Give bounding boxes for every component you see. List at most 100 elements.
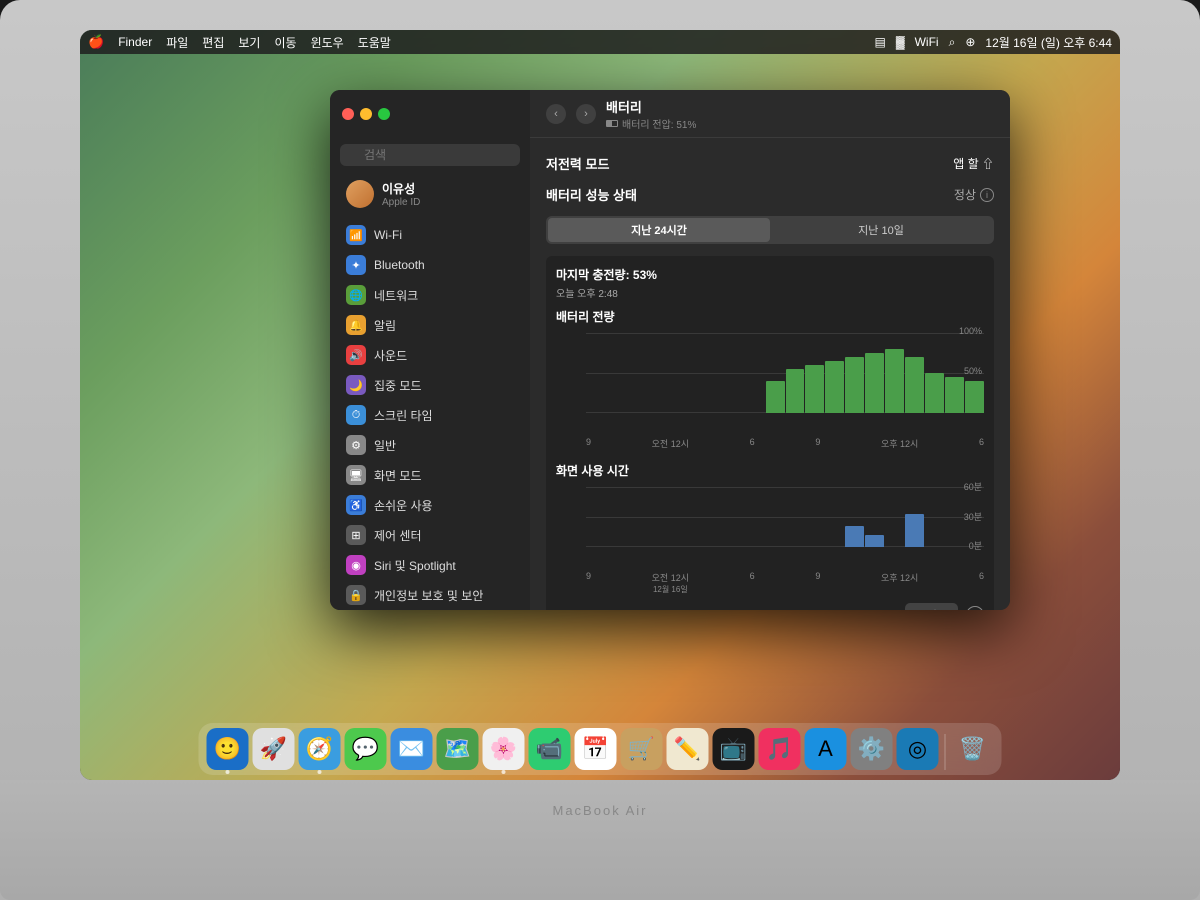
main-titlebar: ‹ › 배터리 배터리 전압: 51%: [530, 90, 1010, 138]
dock-mail[interactable]: ✉️: [391, 728, 433, 770]
bar-12: [805, 365, 824, 413]
sbar-1: [586, 545, 605, 547]
dock-appstore[interactable]: A: [805, 728, 847, 770]
sidebar-list: 📶 Wi-Fi ✦ Bluetooth 🌐 네트워크: [330, 216, 530, 610]
sbar-8: [726, 545, 745, 547]
dock-photos[interactable]: 🌸: [483, 728, 525, 770]
bottom-controls: 옵션... ?: [556, 603, 984, 610]
sidebar-item-network[interactable]: 🌐 네트워크: [334, 280, 526, 310]
menubar-window[interactable]: 윈도우: [311, 34, 344, 51]
dock-istat[interactable]: ◎: [897, 728, 939, 770]
sbar-11: [786, 545, 805, 547]
dock: 🙂 🚀 🧭 💬 ✉️ 🗺️ 🌸 📹 📅 🛒 ✏️ 📺 🎵 A ⚙️ ◎ 🗑️: [199, 723, 1002, 775]
sbar-19: [945, 545, 964, 547]
privacy-icon: 🔒: [346, 585, 366, 605]
tab-24h[interactable]: 지난 24시간: [548, 218, 770, 242]
main-content: ‹ › 배터리 배터리 전압: 51% 저전: [530, 90, 1010, 610]
dock-appletv[interactable]: 📺: [713, 728, 755, 770]
sidebar-item-sound[interactable]: 🔊 사운드: [334, 340, 526, 370]
dock-divider: [945, 734, 946, 770]
sidebar-item-focus[interactable]: 🌙 집중 모드: [334, 370, 526, 400]
sound-icon: 🔊: [346, 345, 366, 365]
sidebar-item-alarm[interactable]: 🔔 알림: [334, 310, 526, 340]
sidebar-item-siri[interactable]: ◉ Siri 및 Spotlight: [334, 550, 526, 580]
menu-search-icon[interactable]: ⌕: [949, 35, 956, 50]
menubar-file[interactable]: 파일: [166, 34, 188, 51]
sidebar-item-general[interactable]: ⚙ 일반: [334, 430, 526, 460]
screen-time-chart: 60분 30분 0분: [556, 487, 984, 567]
menu-control-center-icon[interactable]: ⊕: [965, 35, 975, 49]
sbar-14: [845, 526, 864, 547]
search-area: 🔍: [330, 138, 530, 172]
menubar-view[interactable]: 보기: [238, 34, 260, 51]
last-charged-label: 마지막 충전량: 53%: [556, 266, 984, 283]
battery-level-chart-label: 배터리 전량: [556, 308, 984, 325]
sbar-2: [606, 545, 625, 547]
tab-10d[interactable]: 지난 10일: [770, 218, 992, 242]
menubar-edit[interactable]: 편집: [202, 34, 224, 51]
x-label-9b: 9: [815, 437, 820, 450]
search-input[interactable]: [340, 144, 520, 166]
sidebar-item-control[interactable]: ⊞ 제어 센터: [334, 520, 526, 550]
control-icon: ⊞: [346, 525, 366, 545]
dock-maps[interactable]: 🗺️: [437, 728, 479, 770]
bar-4: [646, 411, 665, 413]
dock-safari[interactable]: 🧭: [299, 728, 341, 770]
menu-wifi-icon[interactable]: ▤: [875, 35, 886, 49]
screen-time-section: 화면 사용 시간 60분 30분 0분: [556, 462, 984, 595]
title-group: 배터리 배터리 전압: 51%: [606, 97, 696, 131]
bar-14: [845, 357, 864, 413]
sidebar-item-accessibility[interactable]: ♿ 손쉬운 사용: [334, 490, 526, 520]
sidebar-label-network: 네트워크: [374, 287, 418, 304]
dock-freeform[interactable]: ✏️: [667, 728, 709, 770]
subtitle-text: 배터리 전압: 51%: [622, 116, 696, 131]
avatar: [346, 180, 374, 208]
battery-health-value: 정상: [954, 186, 976, 203]
dock-calendar[interactable]: 📅: [575, 728, 617, 770]
sidebar-label-sound: 사운드: [374, 347, 407, 364]
bar-19: [945, 377, 964, 413]
menubar-finder[interactable]: Finder: [118, 35, 152, 49]
options-button[interactable]: 옵션...: [905, 603, 958, 610]
menubar: 🍎 Finder 파일 편집 보기 이동 윈도우 도움말 ▤ ▓ WiFi ⌕ …: [80, 30, 1120, 54]
close-button[interactable]: [342, 108, 354, 120]
menu-wifi-status-icon[interactable]: WiFi: [915, 35, 939, 49]
nav-back-button[interactable]: ‹: [546, 104, 566, 124]
apple-menu[interactable]: 🍎: [88, 34, 104, 50]
sidebar-item-privacy[interactable]: 🔒 개인정보 보호 및 보안: [334, 580, 526, 610]
bar-17: [905, 357, 924, 413]
menubar-go[interactable]: 이동: [274, 34, 296, 51]
power-mode-control[interactable]: 앱 할 ⇧: [953, 155, 994, 172]
menubar-datetime: 12월 16일 (일) 오후 6:44: [985, 34, 1112, 51]
battery-health-row: 배터리 성능 상태 정상 i: [546, 185, 994, 204]
dock-messages[interactable]: 💬: [345, 728, 387, 770]
sbar-12: [805, 545, 824, 547]
menu-battery-icon[interactable]: ▓: [896, 35, 905, 49]
dock-settings[interactable]: ⚙️: [851, 728, 893, 770]
nav-forward-button[interactable]: ›: [576, 104, 596, 124]
dock-music[interactable]: 🎵: [759, 728, 801, 770]
sidebar-item-screentime[interactable]: ⏱ 스크린 타임: [334, 400, 526, 430]
dock-facetime[interactable]: 📹: [529, 728, 571, 770]
macos-desktop: 🍎 Finder 파일 편집 보기 이동 윈도우 도움말 ▤ ▓ WiFi ⌕ …: [80, 30, 1120, 780]
dock-finder[interactable]: 🙂: [207, 728, 249, 770]
sidebar-item-bluetooth[interactable]: ✦ Bluetooth: [334, 250, 526, 280]
sidebar-item-wifi[interactable]: 📶 Wi-Fi: [334, 220, 526, 250]
sidebar-item-displaymode[interactable]: 🖥 화면 모드: [334, 460, 526, 490]
dock-trash[interactable]: 🗑️: [952, 728, 994, 770]
menubar-help[interactable]: 도움말: [358, 34, 391, 51]
dock-grocery[interactable]: 🛒: [621, 728, 663, 770]
sbar-3: [626, 545, 645, 547]
user-profile-item[interactable]: 이유성 Apple ID: [334, 172, 526, 216]
info-icon[interactable]: i: [980, 188, 994, 202]
menubar-left: 🍎 Finder 파일 편집 보기 이동 윈도우 도움말: [88, 34, 391, 51]
minimize-button[interactable]: [360, 108, 372, 120]
chart-container: 마지막 충전량: 53% 오늘 오후 2:48 배터리 전량 100% 50% …: [546, 256, 994, 610]
help-button[interactable]: ?: [966, 606, 984, 610]
maximize-button[interactable]: [378, 108, 390, 120]
sidebar-label-accessibility: 손쉬운 사용: [374, 497, 433, 514]
main-body: 저전력 모드 앱 할 ⇧ 배터리 성능 상태 정상 i: [530, 138, 1010, 610]
screen-bezel: 🍎 Finder 파일 편집 보기 이동 윈도우 도움말 ▤ ▓ WiFi ⌕ …: [80, 30, 1120, 780]
dock-launchpad[interactable]: 🚀: [253, 728, 295, 770]
sidebar-label-screentime: 스크린 타임: [374, 407, 433, 424]
